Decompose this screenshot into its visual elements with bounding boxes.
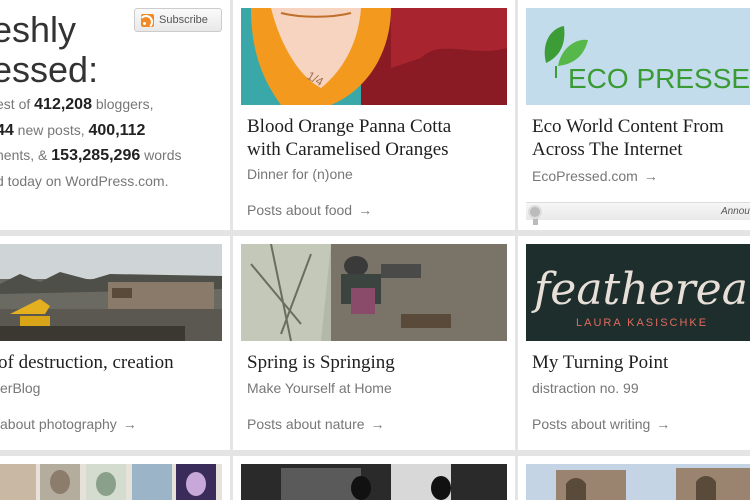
post-topic-link[interactable]: Posts about writing → (532, 416, 670, 432)
freshly-pressed-intro: eshly essed: Subscribe est of 412,208 bl… (0, 0, 230, 230)
post-title[interactable]: My Turning Point (532, 351, 668, 374)
post-card-ecopressed[interactable]: ECO PRESSE Eco World Content From Across… (518, 0, 750, 230)
arrow-right-icon: → (370, 416, 385, 432)
blog-name[interactable]: erBlog (0, 380, 40, 396)
stats-line-4: d today on WordPress.com. (0, 172, 169, 189)
ecopressed-logo-image[interactable]: ECO PRESSE (526, 8, 750, 105)
title-line-1: eshly (0, 9, 77, 50)
arrow-right-icon: → (122, 416, 137, 432)
rss-icon (141, 14, 154, 27)
post-card-bw-photo[interactable] (233, 456, 515, 500)
arrow-right-icon: → (656, 416, 671, 432)
page-title: eshly essed: (0, 10, 98, 90)
post-card-destruction[interactable]: of destruction, creation erBlog about ph… (0, 236, 230, 450)
blog-name[interactable]: Dinner for (n)one (247, 166, 353, 182)
post-card-spring[interactable]: Spring is Springing Make Yourself at Hom… (233, 236, 515, 450)
blog-name[interactable]: distraction no. 99 (532, 380, 639, 396)
subscribe-label: Subscribe (159, 14, 208, 26)
badge-icon (528, 205, 542, 219)
stats-line-3: nents, & 153,285,296 words (0, 147, 182, 164)
post-card-cathedral[interactable] (518, 456, 750, 500)
post-title[interactable]: of destruction, creation (0, 351, 174, 374)
logo-text: ECO PRESSE (568, 63, 750, 94)
post-topic-link[interactable]: about photography → (0, 416, 137, 432)
post-title[interactable]: Spring is Springing (247, 351, 395, 374)
posts-count: 44 (0, 121, 14, 139)
comments-count: 400,112 (88, 121, 146, 139)
image-script-text: featherea (531, 264, 748, 315)
post-card-turning-point[interactable]: featherea LAURA KASISCHKE My Turning Poi… (518, 236, 750, 450)
arrow-right-icon: → (358, 202, 373, 218)
post-title[interactable]: Blood Orange Panna Cotta with Caramelise… (247, 115, 487, 161)
blog-name[interactable]: Make Yourself at Home (247, 380, 392, 396)
blog-name[interactable]: EcoPressed.com → (532, 168, 658, 184)
stats-line-2: 44 new posts, 400,112 (0, 118, 226, 144)
post-thumbnail[interactable] (0, 464, 222, 500)
subscribe-button[interactable]: Subscribe (134, 8, 222, 32)
post-topic-link[interactable]: Posts about nature → (247, 416, 385, 432)
bloggers-count: 412,208 (34, 96, 92, 113)
post-card-blood-orange[interactable]: 1/4 Blood Orange Panna Cotta with Carame… (233, 0, 515, 230)
post-thumbnail[interactable] (241, 464, 507, 500)
arrow-right-icon: → (643, 168, 658, 184)
words-count: 153,285,296 (51, 147, 141, 164)
title-line-2: essed: (0, 49, 99, 90)
announcement-bar: Announce (526, 202, 750, 225)
post-card-portraits[interactable] (0, 456, 230, 500)
post-thumbnail[interactable] (241, 244, 507, 341)
stats-text: est of 412,208 bloggers, 44 new posts, 4… (0, 92, 226, 194)
stats-line-1: est of 412,208 bloggers, (0, 96, 154, 113)
post-thumbnail[interactable] (526, 464, 750, 500)
post-thumbnail[interactable]: featherea LAURA KASISCHKE (526, 244, 750, 341)
freshly-pressed-grid: eshly essed: Subscribe est of 412,208 bl… (0, 0, 750, 500)
announcement-text: Announce (720, 206, 750, 217)
post-title[interactable]: Eco World Content From Across The Intern… (532, 115, 747, 161)
post-thumbnail[interactable]: 1/4 (241, 8, 507, 105)
post-topic-link[interactable]: Posts about food → (247, 202, 372, 218)
image-subtext: LAURA KASISCHKE (576, 317, 708, 329)
post-thumbnail[interactable] (0, 244, 222, 341)
